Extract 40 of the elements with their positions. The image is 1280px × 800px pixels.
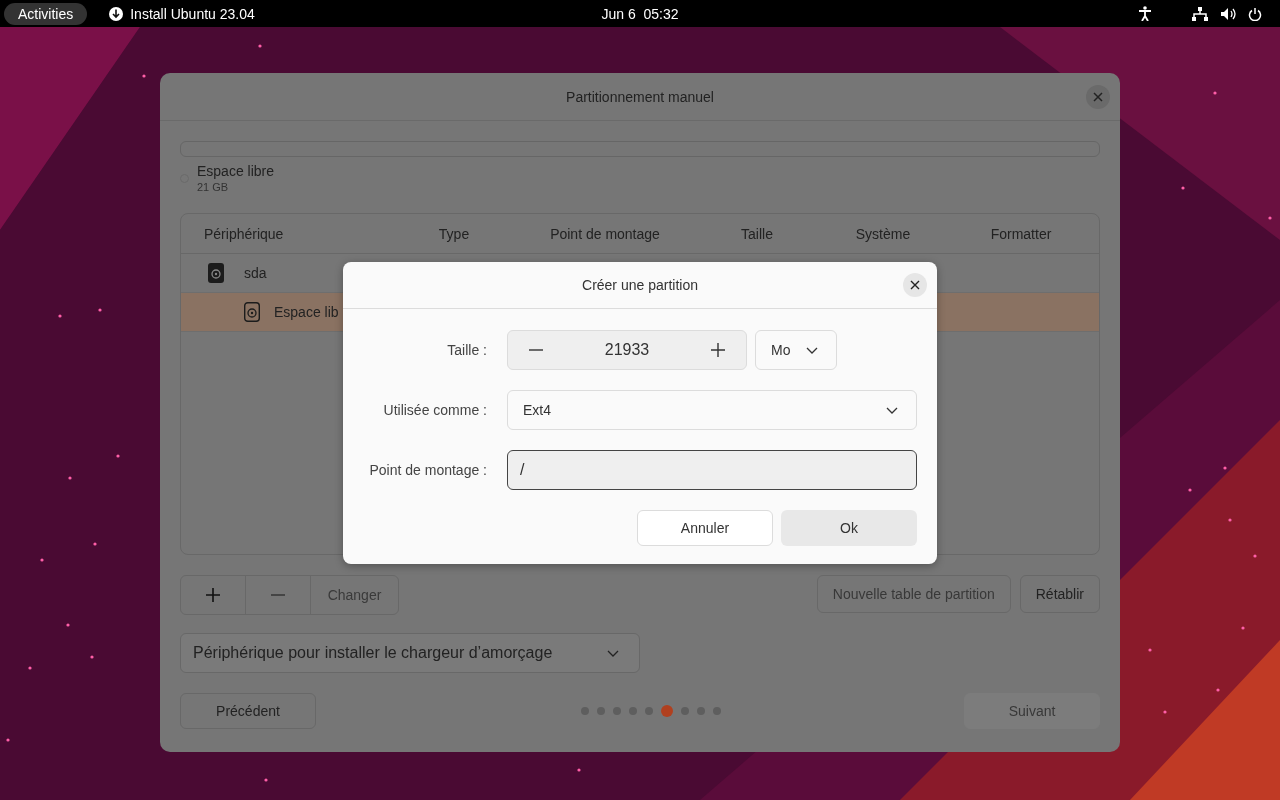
field-label: Taille : — [446, 342, 487, 358]
window-title: Partitionnement manuel — [566, 88, 714, 105]
unit-dropdown[interactable]: Mo — [755, 330, 837, 370]
chevron-down-icon — [806, 346, 818, 354]
plus-icon — [206, 588, 220, 602]
legend-size: 21 GB — [197, 181, 230, 193]
volume-icon[interactable] — [1220, 6, 1236, 21]
legend-label: Espace libre — [197, 163, 275, 179]
plus-icon[interactable] — [711, 343, 725, 357]
close-icon — [1093, 92, 1103, 102]
column-header[interactable]: Système — [812, 225, 954, 242]
download-icon — [108, 5, 125, 22]
close-icon — [910, 280, 920, 290]
accessibility-icon[interactable] — [1138, 6, 1152, 21]
device-name: Espace lib — [274, 304, 339, 320]
dialog-title: Créer une partition — [582, 277, 698, 293]
column-header[interactable]: Taille — [702, 225, 812, 242]
column-header[interactable]: Formatter — [954, 225, 1088, 242]
device-name: sda — [244, 265, 267, 281]
table-action-button[interactable]: Rétablir — [1019, 575, 1100, 613]
activities-button[interactable]: Activities — [4, 2, 88, 25]
clock[interactable]: Jun 6 05:32 — [595, 5, 685, 22]
mount-point-field[interactable]: / — [507, 450, 917, 490]
column-header[interactable]: Type — [400, 225, 508, 242]
column-header[interactable]: Périphérique — [204, 225, 400, 242]
power-icon[interactable] — [1248, 6, 1262, 21]
dialog-button[interactable]: Annuler — [637, 510, 773, 546]
network-icon[interactable] — [1192, 6, 1208, 21]
app-menu[interactable]: Install Ubuntu 23.04 — [130, 5, 255, 22]
chevron-down-icon — [607, 649, 619, 657]
chevron-down-icon — [886, 406, 898, 414]
back-button[interactable]: Précédent — [180, 693, 316, 729]
field-label: Utilisée comme : — [382, 402, 487, 418]
size-spinner[interactable]: 21933 — [507, 330, 747, 370]
dialog-button[interactable]: Ok — [781, 510, 917, 546]
filesystem-dropdown[interactable]: Ext4 — [507, 390, 917, 430]
field-label: Point de montage : — [368, 462, 487, 478]
column-header[interactable]: Point de montage — [508, 225, 702, 242]
bootloader-dropdown[interactable]: Périphérique pour installer le chargeur d’amorçage — [180, 633, 640, 673]
close-button[interactable] — [903, 273, 927, 297]
